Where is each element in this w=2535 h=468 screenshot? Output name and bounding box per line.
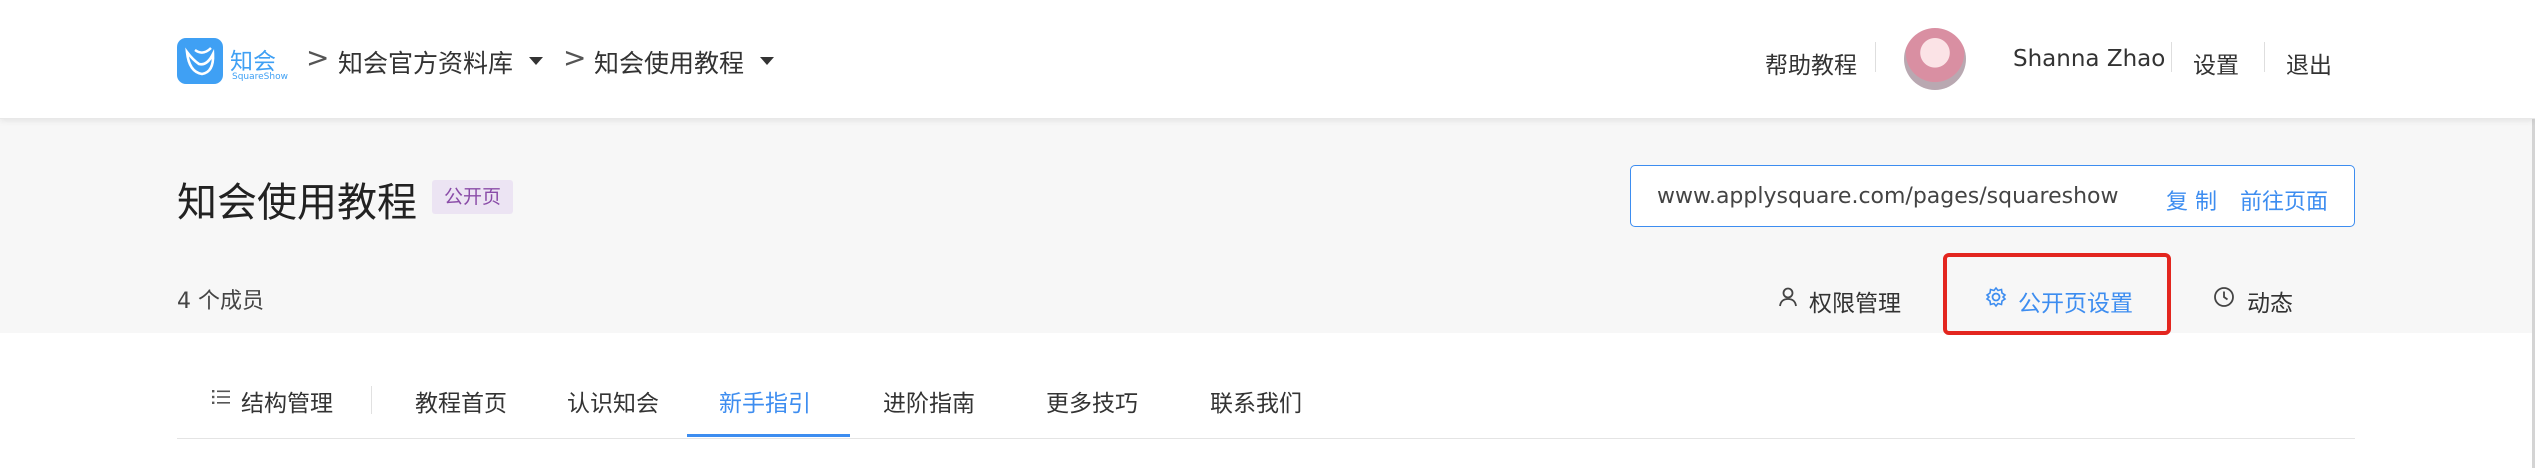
copy-button[interactable]: 复 制: [2166, 184, 2217, 216]
user-icon: [1779, 287, 1797, 307]
tab-structure-management[interactable]: 结构管理: [211, 384, 333, 418]
goto-page-button[interactable]: 前往页面: [2240, 184, 2328, 216]
divider: [1875, 42, 1876, 72]
divider: [371, 386, 372, 414]
chevron-right-icon: >: [563, 41, 587, 74]
avatar[interactable]: [1904, 28, 1966, 90]
tab-about[interactable]: 认识知会: [567, 384, 659, 418]
clock-icon: [2214, 287, 2234, 307]
page-tabs: 结构管理 教程首页 认识知会 新手指引 进阶指南 更多技巧 联系我们: [177, 366, 2355, 439]
brand-name: 知会: [230, 49, 276, 75]
tab-contact-us[interactable]: 联系我们: [1210, 384, 1302, 418]
logout-link[interactable]: 退出: [2286, 46, 2332, 80]
public-url-box: www.applysquare.com/pages/squareshow 复 制…: [1630, 165, 2355, 227]
tab-more-tips[interactable]: 更多技巧: [1046, 384, 1138, 418]
caret-down-icon[interactable]: [529, 57, 543, 65]
help-link[interactable]: 帮助教程: [1765, 46, 1857, 80]
page-title: 知会使用教程: [177, 180, 417, 226]
caret-down-icon[interactable]: [760, 57, 774, 65]
activity-label: 动态: [2247, 291, 2293, 317]
settings-link[interactable]: 设置: [2193, 46, 2239, 80]
public-badge: 公开页: [432, 180, 514, 214]
member-count[interactable]: 4 个成员: [177, 283, 264, 315]
permissions-button[interactable]: 权限管理: [1777, 284, 1901, 318]
tab-beginner-guide[interactable]: 新手指引: [719, 384, 811, 418]
list-icon: [212, 390, 230, 404]
brand-logo-icon[interactable]: [177, 38, 223, 84]
highlight-box: [1943, 253, 2171, 335]
user-name[interactable]: Shanna Zhao: [2013, 46, 2165, 72]
tab-home[interactable]: 教程首页: [415, 384, 507, 418]
chevron-right-icon: >: [306, 41, 330, 74]
tab-advanced-guide[interactable]: 进阶指南: [883, 384, 975, 418]
tab-label: 结构管理: [241, 391, 333, 417]
top-navbar: 知会 SquareShow > 知会官方资料库 > 知会使用教程 帮助教程 Sh…: [0, 0, 2535, 119]
activity-button[interactable]: 动态: [2213, 284, 2293, 318]
permissions-label: 权限管理: [1809, 291, 1901, 317]
divider: [2171, 42, 2172, 72]
active-tab-indicator: [687, 434, 850, 437]
divider: [2264, 42, 2265, 72]
public-url: www.applysquare.com/pages/squareshow: [1657, 184, 2119, 209]
breadcrumb-page[interactable]: 知会使用教程: [594, 44, 744, 80]
breadcrumb-library[interactable]: 知会官方资料库: [338, 44, 513, 80]
brand-subtitle: SquareShow: [232, 72, 288, 82]
